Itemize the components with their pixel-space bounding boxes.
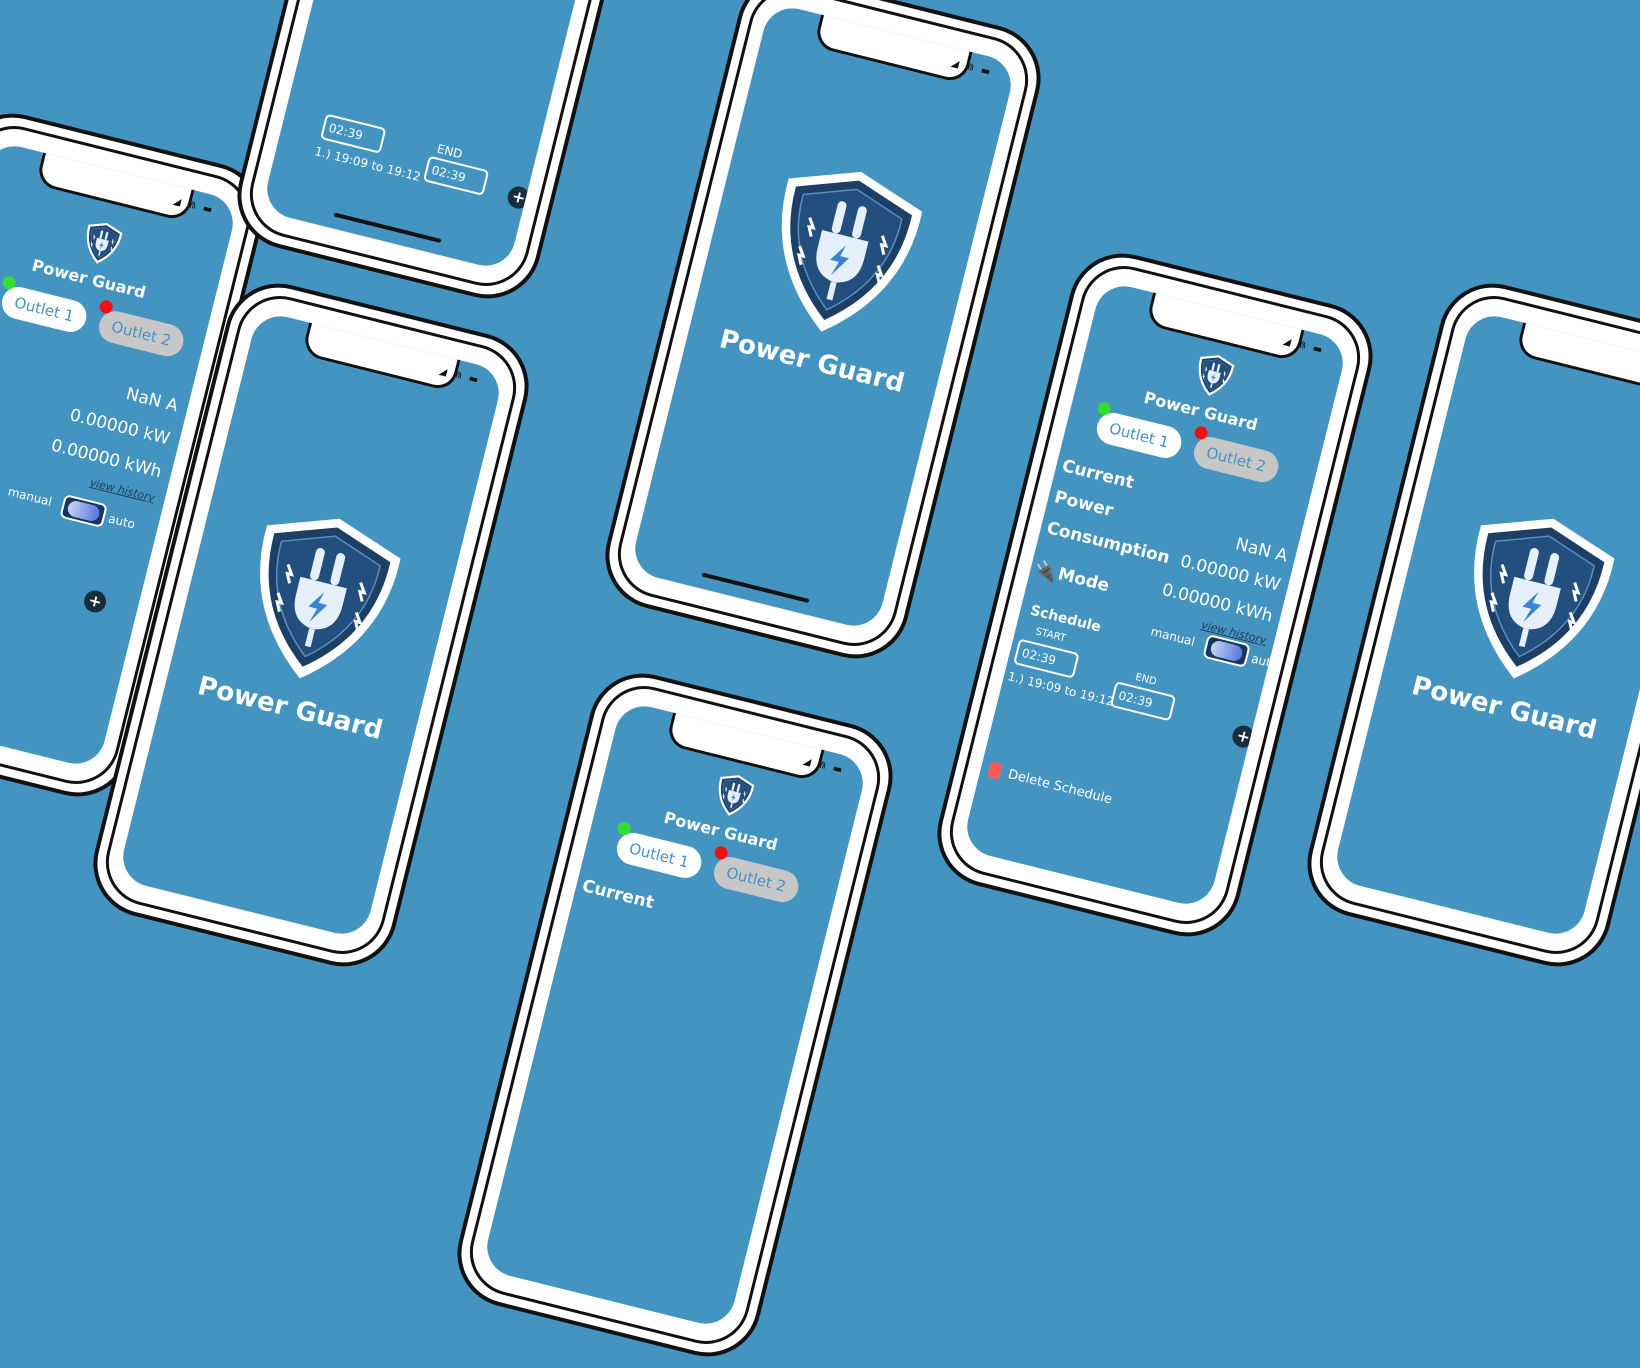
delete-schedule-button[interactable]: Delete Schedule <box>1006 767 1113 807</box>
power-guard-logo <box>226 498 413 701</box>
outlet-2-label: Outlet 2 <box>1204 443 1268 476</box>
app-screen: Power Guard <box>1330 309 1640 941</box>
outlet-1-label: Outlet 1 <box>1107 419 1171 452</box>
outlet-1-label: Outlet 1 <box>627 839 691 872</box>
toggle-knob <box>1209 639 1245 663</box>
outlet-2-label: Outlet 2 <box>109 317 173 350</box>
current-label: Current <box>580 876 656 914</box>
phone-notch <box>1515 316 1640 393</box>
phone-notch <box>665 706 826 783</box>
schedule-end-input[interactable]: 02:39 <box>1109 681 1177 722</box>
add-schedule-button[interactable]: + <box>81 588 109 615</box>
app-screen: ◢ ⋒ ▬ Power Guard <box>628 1 1018 633</box>
outlet-2-tab[interactable]: Outlet 2 <box>1190 424 1282 486</box>
mode-auto-label: auto <box>106 511 137 532</box>
mode-auto-label: auto <box>1249 651 1280 672</box>
home-indicator <box>333 212 442 243</box>
app-screen: 02:39 END 02:39 1.) 19:09 to 19:12 + Del… <box>260 0 650 273</box>
current-label: Current <box>1060 456 1136 494</box>
power-guard-logo <box>78 218 126 270</box>
view-history-link[interactable]: view history <box>89 476 157 505</box>
phone-notch <box>301 316 462 393</box>
phone-notch <box>35 146 196 223</box>
mode-toggle[interactable] <box>59 494 108 528</box>
current-value: NaN A <box>1233 534 1290 567</box>
outlet-2-label: Outlet 2 <box>724 863 788 896</box>
mode-manual-label: manual <box>1149 624 1197 649</box>
phone-notch <box>813 8 974 85</box>
phone-mockup-splash-center: ◢ ⋒ ▬ Power Guard <box>593 0 1053 670</box>
mode-manual-label: manual <box>6 484 54 509</box>
power-guard-logo <box>1440 498 1627 701</box>
outlet-2-tab[interactable]: Outlet 2 <box>95 299 187 360</box>
mode-label: Mode <box>1055 564 1112 597</box>
outlet-2-status-dot <box>1193 424 1209 441</box>
outlet-1-status-dot <box>616 820 632 837</box>
outlet-1-tab[interactable]: Outlet 1 <box>0 274 90 336</box>
power-label: Power <box>1052 487 1116 521</box>
plug-icon: 🔌 <box>1032 558 1060 585</box>
toggle-knob <box>66 499 102 523</box>
outlet-1-label: Outlet 1 <box>12 293 76 326</box>
outlet-1-status-dot <box>1 274 17 291</box>
outlet-1-tab[interactable]: Outlet 1 <box>1093 400 1185 462</box>
app-screen: ◢ ⋒ ▬ Power Guard Outlet 1 Outlet 2 Curr… <box>480 699 870 1331</box>
power-guard-logo <box>1190 350 1238 402</box>
power-guard-logo <box>710 770 758 822</box>
power-guard-logo <box>748 151 935 354</box>
app-screen: ◢ ⋒ ▬ Power Guard Outlet 1 Outlet 2 Curr… <box>960 279 1350 911</box>
outlet-2-status-dot <box>98 299 115 315</box>
schedule-end-input[interactable]: 02:39 <box>422 155 490 196</box>
outlet-1-tab[interactable]: Outlet 1 <box>613 820 705 882</box>
trash-icon <box>282 223 299 242</box>
delete-schedule-button[interactable]: Delete Schedule <box>302 229 409 269</box>
add-schedule-button[interactable]: + <box>505 184 533 211</box>
outlet-2-tab[interactable]: Outlet 2 <box>710 844 802 906</box>
consumption-label: Consumption <box>1044 518 1172 569</box>
phone-notch <box>1145 286 1306 363</box>
trash-icon <box>987 761 1003 780</box>
schedule-start-label: START <box>1034 626 1067 645</box>
outlet-1-status-dot <box>1096 400 1112 417</box>
home-indicator <box>701 572 810 603</box>
add-schedule-button[interactable]: + <box>1230 723 1257 750</box>
phone-mockup-dashboard-bottom: ◢ ⋒ ▬ Power Guard Outlet 1 Outlet 2 Curr… <box>445 662 905 1368</box>
current-value: NaN A <box>123 384 181 417</box>
outlet-2-status-dot <box>713 844 729 861</box>
schedule-end-label: END <box>1134 671 1158 688</box>
phone-mockup-schedule-top: 02:39 END 02:39 1.) 19:09 to 19:12 + Del… <box>225 0 685 310</box>
